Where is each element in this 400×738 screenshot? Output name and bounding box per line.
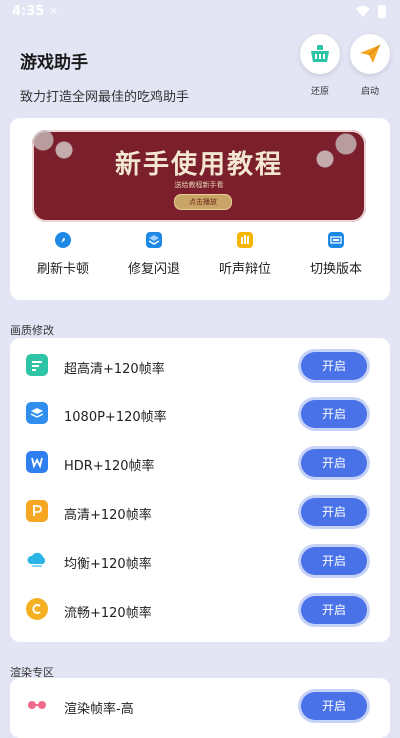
- page-subtitle: 致力打造全网最佳的吃鸡助手: [20, 90, 190, 105]
- enable-button[interactable]: 开启: [301, 692, 367, 720]
- layers-icon: [26, 402, 48, 424]
- list-item: HDR+120帧率 开启: [10, 438, 390, 486]
- option-name: HDR+120帧率: [64, 459, 155, 474]
- quality-card: 超高清+120帧率 开启 1080P+120帧率 开启 HDR+120帧率 开启…: [10, 338, 390, 642]
- banner-play-button[interactable]: 点击播放: [174, 194, 232, 210]
- switch-icon: [328, 232, 344, 248]
- list-item: 渲染帧率-高 开启: [10, 681, 390, 729]
- status-bar: 4:35 ×: [0, 0, 400, 24]
- option-name: 渲染帧率-高: [64, 702, 134, 717]
- page-title: 游戏助手: [20, 53, 88, 73]
- option-name: 高清+120帧率: [64, 508, 152, 523]
- banner-subtitle: 送给教程新手看: [174, 181, 224, 189]
- option-name: 1080P+120帧率: [64, 410, 167, 425]
- launch-button-circle[interactable]: [350, 34, 390, 74]
- refresh-app-icon: [55, 232, 71, 248]
- wifi-icon: [356, 6, 370, 17]
- tools-card: 新手使用教程 送给教程新手看 点击播放 刷新卡顿 修复闪退 听声辩位 切换版本: [10, 118, 390, 300]
- p-badge-icon: [26, 500, 48, 522]
- quick-action-fix-crash[interactable]: 修复闪退: [114, 230, 194, 277]
- enable-button[interactable]: 开启: [301, 400, 367, 428]
- enable-button[interactable]: 开启: [301, 449, 367, 477]
- cloud-icon: [26, 549, 48, 571]
- battery-icon: [378, 5, 386, 18]
- circle-c-icon: [26, 598, 48, 620]
- w-badge-icon: [26, 451, 48, 473]
- enable-button[interactable]: 开启: [301, 596, 367, 624]
- restore-button[interactable]: 还原: [300, 34, 340, 97]
- restore-label: 还原: [310, 87, 329, 97]
- section-title-quality: 画质修改: [10, 324, 54, 337]
- hand-icon: [237, 232, 253, 248]
- quick-action-switch-version[interactable]: 切换版本: [296, 230, 376, 277]
- launch-button[interactable]: 启动: [350, 34, 390, 97]
- layers-icon: [146, 232, 162, 248]
- list-item: 高清+120帧率 开启: [10, 487, 390, 535]
- quick-action-refresh[interactable]: 刷新卡顿: [23, 230, 103, 277]
- render-card: 渲染帧率-高 开启: [10, 678, 390, 738]
- list-item: 1080P+120帧率 开启: [10, 389, 390, 437]
- launch-label: 启动: [360, 87, 379, 97]
- quick-action-sound-locate[interactable]: 听声辩位: [205, 230, 285, 277]
- paper-plane-icon: [360, 44, 381, 63]
- option-name: 超高清+120帧率: [64, 362, 165, 377]
- restore-button-circle[interactable]: [300, 34, 340, 74]
- banner-title: 新手使用教程: [114, 150, 283, 180]
- quick-action-label: 切换版本: [309, 262, 362, 277]
- chart-icon: [26, 354, 48, 376]
- quick-action-label: 修复闪退: [127, 262, 180, 277]
- status-time: 4:35: [12, 4, 45, 19]
- quick-action-label: 刷新卡顿: [36, 262, 89, 277]
- enable-button[interactable]: 开启: [301, 498, 367, 526]
- list-item: 均衡+120帧率 开启: [10, 536, 390, 584]
- list-item: 超高清+120帧率 开启: [10, 341, 390, 389]
- option-name: 流畅+120帧率: [64, 606, 152, 621]
- notification-dismiss-icon: ×: [49, 4, 59, 17]
- enable-button[interactable]: 开启: [301, 547, 367, 575]
- quick-action-label: 听声辩位: [218, 262, 271, 277]
- basket-icon: [311, 45, 329, 62]
- list-item: 流畅+120帧率 开启: [10, 585, 390, 633]
- enable-button[interactable]: 开启: [301, 352, 367, 380]
- option-name: 均衡+120帧率: [64, 557, 152, 572]
- tutorial-banner[interactable]: 新手使用教程 送给教程新手看 点击播放: [32, 130, 366, 222]
